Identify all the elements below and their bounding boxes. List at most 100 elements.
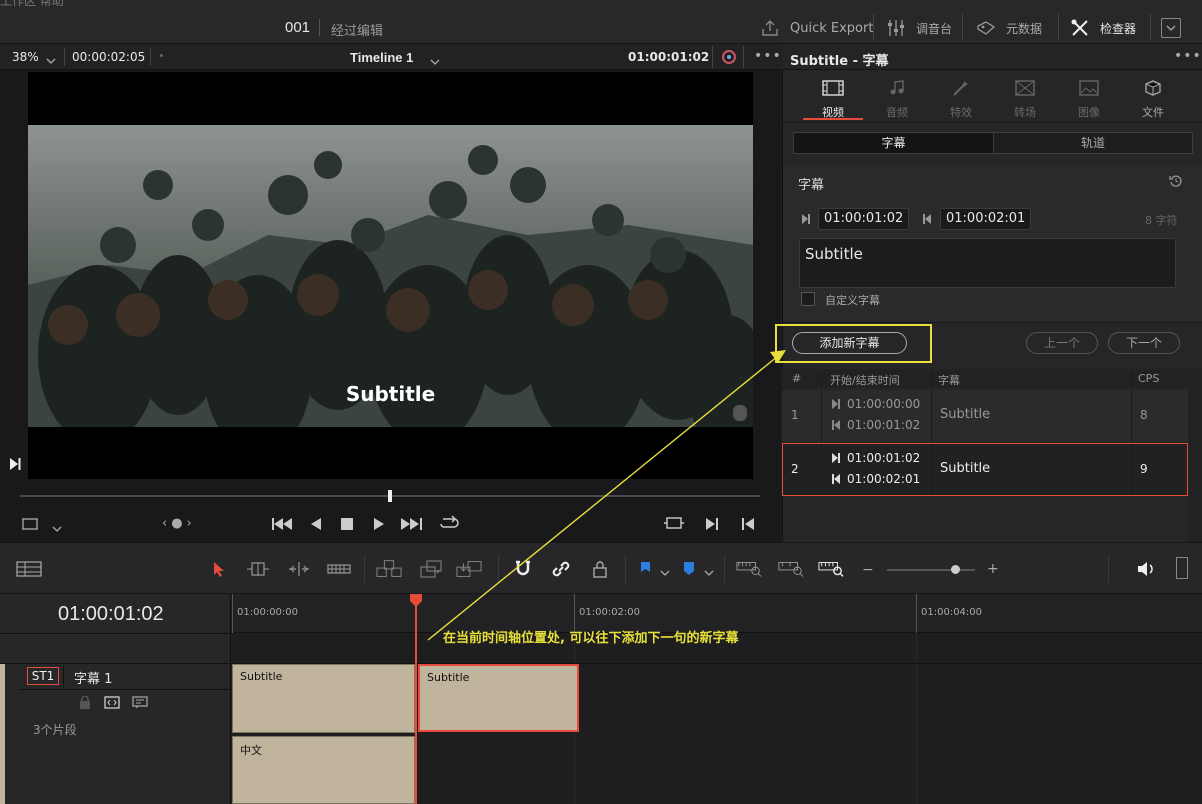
tab-audio-label: 音频 (886, 106, 908, 119)
color-wheel-icon[interactable] (721, 49, 737, 68)
out-point-icon (832, 420, 840, 430)
chevron-down-icon[interactable] (46, 53, 56, 67)
ruler-tick (232, 594, 233, 633)
table-row-selected[interactable]: 2 01:00:01:02 01:00:02:01 Subtitle 9 (782, 443, 1188, 496)
track-id[interactable]: ST1 (27, 667, 59, 685)
zoom-slider-track[interactable] (887, 569, 975, 571)
row-times: 01:00:00:00 01:00:01:02 (822, 390, 932, 442)
next-button[interactable]: 下一个 (1108, 332, 1180, 354)
music-note-icon (886, 80, 908, 96)
chevron-down-icon[interactable] (660, 565, 670, 579)
chevron-down-icon[interactable] (430, 54, 440, 68)
project-name: 经过编辑 (331, 24, 384, 39)
audio-meter-icon[interactable] (1176, 557, 1188, 579)
table-row[interactable]: 1 01:00:00:00 01:00:01:02 Subtitle 8 (782, 390, 1188, 442)
zoom-detail-icon[interactable] (778, 557, 804, 581)
divider (319, 19, 320, 36)
menu-crumb[interactable]: 工作区 帮助 (0, 0, 64, 9)
more-options-icon[interactable]: ••• (1174, 48, 1202, 64)
mixer-button[interactable]: 调音台 (886, 14, 952, 42)
zoom-level[interactable]: 38% (12, 50, 39, 64)
in-point-icon (832, 453, 840, 463)
play-reverse-icon[interactable] (310, 518, 322, 533)
chevron-down-icon[interactable] (52, 521, 62, 535)
loop-icon[interactable] (439, 515, 459, 534)
custom-caption-checkbox[interactable] (801, 292, 815, 306)
tab-file[interactable]: 文件 (1123, 78, 1183, 120)
previous-button[interactable]: 上一个 (1026, 332, 1098, 354)
replace-clip-icon[interactable] (456, 557, 482, 581)
out-time-field[interactable]: 01:00:02:01 (940, 208, 1032, 230)
dynamic-trim-icon[interactable] (286, 557, 312, 581)
mark-out-icon[interactable] (741, 517, 755, 534)
track-name[interactable]: 字幕 1 (74, 668, 112, 687)
auto-select-icon[interactable] (104, 696, 120, 712)
blade-edit-icon[interactable] (326, 557, 352, 581)
zoom-out-icon[interactable]: − (862, 562, 874, 578)
reset-icon[interactable] (1169, 174, 1183, 191)
skip-to-end-icon[interactable] (9, 457, 21, 474)
clip-count: 3个片段 (33, 723, 77, 737)
flag-icon[interactable] (632, 557, 658, 581)
tab-image[interactable]: 图像 (1059, 78, 1119, 120)
speaker-icon[interactable] (1133, 557, 1159, 581)
tab-effects-label: 特效 (950, 106, 972, 119)
overwrite-clip-icon[interactable] (418, 557, 444, 581)
position-lock-icon[interactable] (587, 557, 613, 581)
snapping-magnet-icon[interactable] (510, 557, 536, 581)
frame-size-icon[interactable] (22, 517, 38, 534)
tab-audio[interactable]: 音频 (867, 78, 927, 120)
subtitle-text-input[interactable]: Subtitle (799, 238, 1176, 288)
subtab-caption[interactable]: 字幕 (794, 133, 993, 153)
add-new-subtitle-button[interactable]: 添加新字幕 (792, 332, 907, 354)
metadata-button[interactable]: 元数据 (976, 14, 1042, 42)
tab-transition[interactable]: 转场 (995, 78, 1055, 120)
divider (625, 555, 626, 583)
zoom-custom-icon[interactable] (818, 557, 844, 581)
scrubber-playhead[interactable] (388, 490, 392, 502)
selection-arrow-icon[interactable] (206, 557, 232, 581)
collapse-dropdown-button[interactable] (1161, 18, 1181, 38)
transition-icon (1014, 80, 1036, 96)
lock-icon[interactable] (79, 695, 91, 712)
subtitle-clip-selected[interactable]: Subtitle (418, 664, 579, 732)
timeline-name[interactable]: Timeline 1 (350, 50, 413, 65)
playhead-marker-icon[interactable] (409, 594, 423, 611)
caption-toggle-icon[interactable] (132, 696, 148, 712)
in-time-field[interactable]: 01:00:01:02 (818, 208, 910, 230)
scrollbar[interactable] (1188, 369, 1202, 542)
divider (783, 322, 1202, 323)
zoom-in-icon[interactable]: + (987, 561, 999, 577)
video-preview[interactable]: Subtitle (28, 72, 753, 479)
chevron-down-icon[interactable] (704, 565, 714, 579)
match-frame-icon[interactable] (664, 516, 684, 533)
linked-selection-icon[interactable] (548, 557, 574, 581)
header-num: # (782, 369, 822, 388)
divider (1108, 555, 1109, 583)
insert-clip-icon[interactable] (376, 557, 402, 581)
jog-control[interactable]: ‹●› (162, 516, 196, 531)
trim-edit-icon[interactable] (245, 557, 271, 581)
subtitle-clip[interactable]: 中文 (232, 736, 415, 804)
stop-icon[interactable] (341, 518, 353, 533)
zoom-full-icon[interactable] (736, 557, 762, 581)
timeline-area[interactable]: 01:00:00:00 01:00:02:00 01:00:04:00 Subt… (232, 594, 1202, 804)
zoom-slider-handle[interactable] (951, 565, 960, 574)
inspector-button[interactable]: 检查器 (1070, 14, 1136, 42)
play-icon[interactable] (373, 518, 385, 533)
tab-video[interactable]: 视频 (803, 78, 863, 120)
divider (743, 46, 744, 68)
marker-icon[interactable] (676, 557, 702, 581)
subtab-track[interactable]: 轨道 (994, 133, 1192, 153)
tab-image-label: 图像 (1078, 106, 1100, 119)
subtitle-clip[interactable]: Subtitle (232, 664, 415, 733)
tab-effects[interactable]: 特效 (931, 78, 991, 120)
timeline-view-options-icon[interactable] (16, 557, 42, 581)
mark-in-icon[interactable] (705, 517, 719, 534)
more-options-icon[interactable]: ••• (754, 48, 782, 64)
divider (498, 555, 499, 583)
quick-export-button[interactable]: Quick Export (760, 14, 873, 42)
go-to-end-icon[interactable] (401, 518, 423, 533)
metadata-label: 元数据 (1006, 21, 1043, 36)
go-to-start-icon[interactable] (272, 518, 294, 533)
